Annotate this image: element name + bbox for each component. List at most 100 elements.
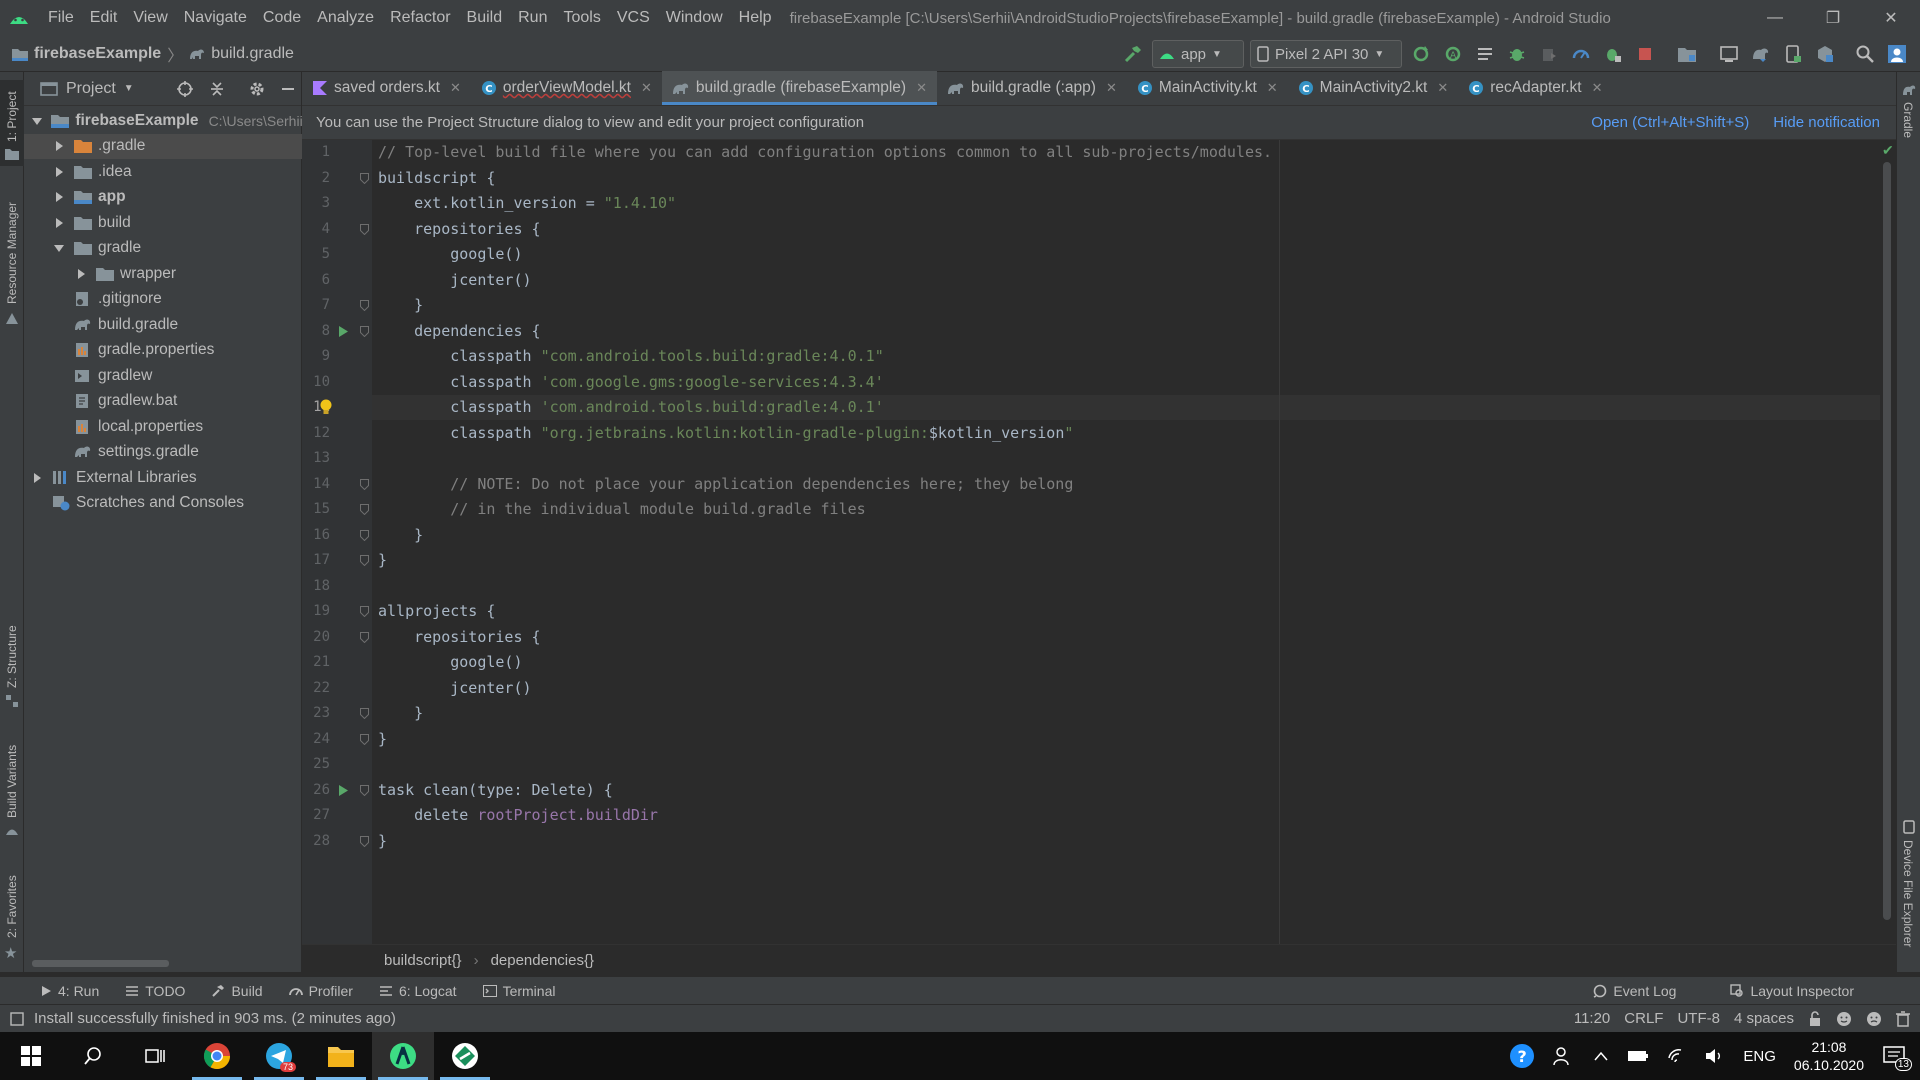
stop-icon[interactable] — [1632, 41, 1658, 67]
code-line[interactable]: } — [378, 548, 387, 573]
tab-saved-orders-kt[interactable]: saved orders.kt ✕ — [302, 71, 471, 105]
fold-marker-icon[interactable] — [360, 325, 369, 337]
apply-code-changes-icon[interactable]: A — [1440, 41, 1466, 67]
tree-item-build[interactable]: build — [24, 210, 302, 235]
caret-position[interactable]: 11:20 — [1574, 1010, 1610, 1027]
menu-edit[interactable]: Edit — [82, 0, 126, 36]
minimize-button[interactable]: — — [1746, 0, 1804, 36]
make-project-hammer-icon[interactable] — [1120, 41, 1146, 67]
expanded-arrow-icon[interactable] — [52, 241, 66, 255]
tree-item-gradle[interactable]: gradle — [24, 236, 302, 261]
code-line[interactable]: jcenter() — [378, 268, 531, 293]
collapsed-arrow-icon[interactable] — [52, 190, 66, 204]
run-gutter-icon[interactable] — [338, 325, 349, 338]
clock[interactable]: 21:08 06.10.2020 — [1794, 1038, 1864, 1074]
device-manager-icon[interactable] — [1780, 41, 1806, 67]
stripe-device-file-explorer-label[interactable]: Device File Explorer — [1901, 840, 1915, 947]
search-icon[interactable] — [1852, 41, 1878, 67]
menu-window[interactable]: Window — [658, 0, 731, 36]
tool-build[interactable]: Build — [211, 983, 263, 999]
fold-marker-icon[interactable] — [360, 631, 369, 643]
file-encoding[interactable]: UTF-8 — [1677, 1010, 1720, 1027]
breadcrumb-dependencies[interactable]: dependencies{} — [491, 952, 594, 969]
stripe-build-variants-label[interactable]: Build Variants — [5, 745, 19, 818]
fold-marker-icon[interactable] — [360, 172, 369, 184]
file-explorer-icon[interactable] — [310, 1032, 372, 1080]
hector-inspection-icon[interactable] — [1836, 1011, 1852, 1027]
tool-run[interactable]: 4: Run — [40, 983, 99, 999]
collapsed-arrow-icon[interactable] — [74, 267, 88, 281]
wifi-icon[interactable] — [1667, 1048, 1687, 1064]
close-tab-icon[interactable]: ✕ — [1267, 80, 1278, 96]
menu-tools[interactable]: Tools — [555, 0, 608, 36]
collapsed-arrow-icon[interactable] — [30, 471, 44, 485]
memory-trash-icon[interactable] — [1896, 1010, 1910, 1027]
project-view-select[interactable]: Project — [66, 80, 116, 98]
fold-marker-icon[interactable] — [360, 504, 369, 515]
code-editor[interactable]: // Top-level build file where you can ad… — [372, 140, 1880, 944]
people-icon[interactable] — [1553, 1046, 1575, 1066]
collapsed-arrow-icon[interactable] — [52, 165, 66, 179]
telegram-icon[interactable]: 73 — [248, 1032, 310, 1080]
code-line[interactable]: } — [378, 523, 423, 548]
device-select[interactable]: Pixel 2 API 30 ▼ — [1250, 40, 1402, 68]
code-line[interactable]: classpath 'com.google.gms:google-service… — [378, 370, 884, 395]
lock-icon[interactable] — [1808, 1010, 1822, 1027]
chevron-down-icon[interactable]: ▼ — [124, 83, 134, 94]
volume-icon[interactable] — [1705, 1048, 1725, 1064]
nav-file-name[interactable]: build.gradle — [211, 45, 294, 63]
attach-debugger-icon[interactable] — [1600, 41, 1626, 67]
android-studio-icon[interactable] — [372, 1032, 434, 1080]
expanded-arrow-icon[interactable] — [30, 114, 43, 128]
fold-marker-icon[interactable] — [360, 708, 369, 719]
tree-item-gradlew-bat[interactable]: gradlew.bat — [24, 389, 302, 414]
tree-item-local-properties[interactable]: local.properties — [24, 414, 302, 439]
tree-item-external-libraries[interactable]: External Libraries — [24, 465, 302, 490]
tree-item-scratches-and-consoles[interactable]: Scratches and Consoles — [24, 491, 302, 516]
code-line[interactable]: } — [378, 727, 387, 752]
fold-marker-icon[interactable] — [360, 606, 369, 617]
code-line[interactable]: repositories { — [378, 217, 540, 242]
code-line[interactable]: task clean(type: Delete) { — [378, 778, 613, 803]
fold-marker-icon[interactable] — [360, 529, 369, 541]
fold-marker-icon[interactable] — [360, 223, 369, 235]
avd-manager-icon[interactable] — [1716, 41, 1742, 67]
line-separator[interactable]: CRLF — [1624, 1010, 1663, 1027]
close-tab-icon[interactable]: ✕ — [1106, 80, 1117, 96]
tree-item-build-gradle[interactable]: build.gradle — [24, 312, 302, 337]
code-line[interactable]: dependencies { — [378, 319, 540, 344]
code-line[interactable]: jcenter() — [378, 676, 531, 701]
tree-item-gitignore[interactable]: .gitignore — [24, 287, 302, 312]
intention-bulb-icon[interactable] — [319, 399, 333, 416]
fold-marker-icon[interactable] — [360, 835, 369, 847]
run-gutter-icon[interactable] — [338, 784, 349, 797]
fold-marker-icon[interactable] — [360, 478, 369, 490]
close-tab-icon[interactable]: ✕ — [450, 80, 461, 96]
tab-orderviewmodel-kt[interactable]: CorderViewModel.kt ✕ — [471, 71, 662, 105]
run-coverage-icon[interactable] — [1472, 41, 1498, 67]
tree-item-firebaseexample[interactable]: firebaseExample C:\Users\Serhii\ — [24, 108, 302, 133]
collapsed-arrow-icon[interactable] — [52, 139, 66, 153]
code-line[interactable]: ext.kotlin_version = "1.4.10" — [378, 191, 676, 216]
windows-start-icon[interactable] — [0, 1032, 62, 1080]
tree-item-wrapper[interactable]: wrapper — [24, 261, 302, 286]
run-config-select[interactable]: app ▼ — [1152, 40, 1244, 68]
chevron-up-icon[interactable] — [1593, 1051, 1609, 1061]
menu-vcs[interactable]: VCS — [609, 0, 658, 36]
locate-file-icon[interactable] — [176, 80, 194, 98]
code-line[interactable]: } — [378, 701, 423, 726]
menu-code[interactable]: Code — [255, 0, 309, 36]
menu-analyze[interactable]: Analyze — [309, 0, 382, 36]
tree-item-app[interactable]: app — [24, 185, 302, 210]
fold-marker-icon[interactable] — [360, 784, 369, 796]
tree-item-gradlew[interactable]: gradlew — [24, 363, 302, 388]
restore-button[interactable]: ❐ — [1804, 0, 1862, 36]
code-line[interactable]: allprojects { — [378, 599, 495, 624]
sync-gradle-icon[interactable] — [1748, 41, 1774, 67]
code-line[interactable]: // in the individual module build.gradle… — [378, 497, 865, 522]
tab-recadapter-kt[interactable]: CrecAdapter.kt ✕ — [1458, 71, 1612, 105]
status-message[interactable]: Install successfully finished in 903 ms.… — [34, 1010, 396, 1027]
hide-notification-link[interactable]: Hide notification — [1773, 114, 1880, 131]
stripe-favorites-label[interactable]: 2: Favorites — [5, 875, 19, 938]
code-line[interactable]: google() — [378, 242, 522, 267]
